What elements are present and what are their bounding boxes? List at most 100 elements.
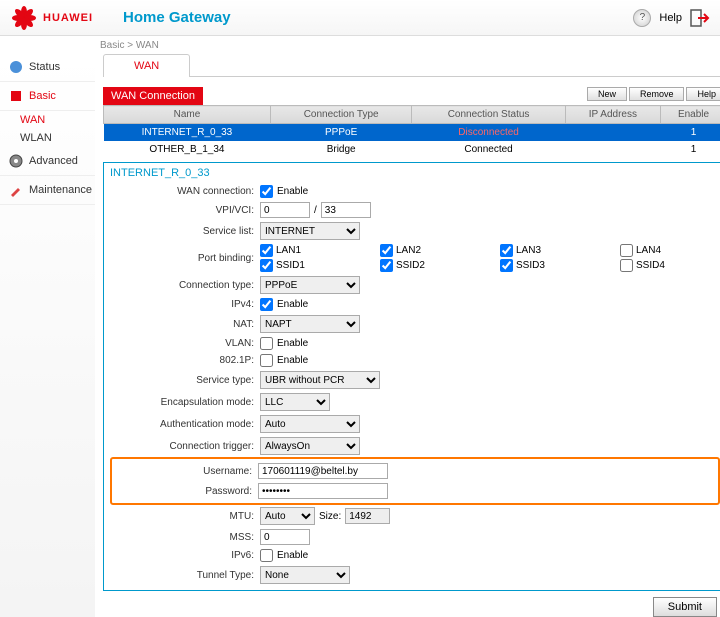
- table-row[interactable]: OTHER_B_1_34 Bridge Connected 1: [104, 141, 720, 158]
- sidebar-item-status[interactable]: Status: [0, 53, 95, 82]
- panel-title: INTERNET_R_0_33: [110, 167, 720, 183]
- cell: [565, 141, 660, 158]
- advanced-icon: [8, 153, 24, 169]
- cb-ssid3[interactable]: [500, 259, 513, 272]
- ssid2-label: SSID2: [396, 260, 425, 271]
- enable-text: Enable: [277, 299, 308, 310]
- lbl-encap: Encapsulation mode:: [110, 397, 260, 408]
- help-link[interactable]: Help: [659, 12, 682, 24]
- vpi-input[interactable]: [260, 202, 310, 218]
- username-input[interactable]: [258, 463, 388, 479]
- trigger-select[interactable]: AlwaysOn: [260, 437, 360, 455]
- lbl-password: Password:: [114, 486, 258, 497]
- sidebar-sub-wan[interactable]: WAN: [20, 111, 95, 129]
- basic-icon: [8, 88, 24, 104]
- nat-select[interactable]: NAPT: [260, 315, 360, 333]
- maintenance-icon: [8, 182, 24, 198]
- lbl-vlan: VLAN:: [110, 338, 260, 349]
- section-header: WAN Connection: [103, 87, 203, 105]
- sidebar-item-advanced[interactable]: Advanced: [0, 147, 95, 176]
- th-status: Connection Status: [412, 106, 565, 124]
- encap-select[interactable]: LLC: [260, 393, 330, 411]
- lbl-conntype: Connection type:: [110, 280, 260, 291]
- ipv4-checkbox[interactable]: [260, 298, 273, 311]
- sidebar-label: Basic: [29, 90, 56, 102]
- enable-text: Enable: [277, 186, 308, 197]
- conntype-select[interactable]: PPPoE: [260, 276, 360, 294]
- tab-wan[interactable]: WAN: [103, 54, 190, 77]
- lbl-nat: NAT:: [110, 319, 260, 330]
- sidebar: Status Basic WAN WLAN Advanced Maintenan…: [0, 53, 95, 617]
- sidebar-label: Maintenance: [29, 184, 92, 196]
- credentials-highlight: Username: Password:: [110, 457, 720, 505]
- tab-bar: WAN: [103, 53, 720, 77]
- cb-lan2[interactable]: [380, 244, 393, 257]
- password-input[interactable]: [258, 483, 388, 499]
- sidebar-item-maintenance[interactable]: Maintenance: [0, 176, 95, 205]
- cell: 1: [661, 141, 720, 158]
- cb-lan3[interactable]: [500, 244, 513, 257]
- lbl-mss: MSS:: [110, 532, 260, 543]
- table-row[interactable]: INTERNET_R_0_33 PPPoE Disconnected 1: [104, 124, 720, 142]
- sidebar-sub-wlan[interactable]: WLAN: [20, 129, 95, 147]
- auth-select[interactable]: Auto: [260, 415, 360, 433]
- lbl-wanconn: WAN connection:: [110, 186, 260, 197]
- breadcrumb: Basic > WAN: [0, 36, 720, 53]
- lbl-portbinding: Port binding:: [110, 253, 260, 264]
- ssid4-label: SSID4: [636, 260, 665, 271]
- cb-ssid2[interactable]: [380, 259, 393, 272]
- tunnel-select[interactable]: None: [260, 566, 350, 584]
- cell: Bridge: [270, 141, 411, 158]
- vci-input[interactable]: [321, 202, 371, 218]
- lbl-username: Username:: [114, 466, 258, 477]
- logo: HUAWEI: [10, 6, 93, 30]
- cell: PPPoE: [270, 124, 411, 142]
- help-button[interactable]: Help: [686, 87, 720, 101]
- logout-icon[interactable]: [690, 9, 710, 27]
- help-icon[interactable]: ?: [633, 9, 651, 27]
- wanconn-checkbox[interactable]: [260, 185, 273, 198]
- ipv6-checkbox[interactable]: [260, 549, 273, 562]
- mss-input[interactable]: [260, 529, 310, 545]
- mtu-select[interactable]: Auto: [260, 507, 315, 525]
- lbl-servicelist: Service list:: [110, 226, 260, 237]
- lbl-ipv4: IPv4:: [110, 299, 260, 310]
- lbl-tunnel: Tunnel Type:: [110, 570, 260, 581]
- enable-text: Enable: [277, 355, 308, 366]
- lbl-8021p: 802.1P:: [110, 355, 260, 366]
- cell: INTERNET_R_0_33: [104, 124, 271, 142]
- vlan-checkbox[interactable]: [260, 337, 273, 350]
- connection-table: Name Connection Type Connection Status I…: [103, 105, 720, 158]
- cb-lan4[interactable]: [620, 244, 633, 257]
- 8021p-checkbox[interactable]: [260, 354, 273, 367]
- servicetype-select[interactable]: UBR without PCR: [260, 371, 380, 389]
- lbl-vpivci: VPI/VCI:: [110, 205, 260, 216]
- cell: [565, 124, 660, 142]
- sidebar-label: Advanced: [29, 155, 78, 167]
- cell: Connected: [412, 141, 565, 158]
- sidebar-item-basic[interactable]: Basic: [0, 82, 95, 111]
- cb-ssid1[interactable]: [260, 259, 273, 272]
- th-enable: Enable: [661, 106, 720, 124]
- ssid1-label: SSID1: [276, 260, 305, 271]
- huawei-logo-icon: [10, 6, 38, 30]
- sidebar-label: Status: [29, 61, 60, 73]
- mtu-size-input[interactable]: [345, 508, 390, 524]
- servicelist-select[interactable]: INTERNET: [260, 222, 360, 240]
- new-button[interactable]: New: [587, 87, 627, 101]
- lan3-label: LAN3: [516, 245, 541, 256]
- enable-text: Enable: [277, 338, 308, 349]
- size-label: Size:: [319, 511, 341, 522]
- lan4-label: LAN4: [636, 245, 661, 256]
- th-name: Name: [104, 106, 271, 124]
- cb-ssid4[interactable]: [620, 259, 633, 272]
- cell: OTHER_B_1_34: [104, 141, 271, 158]
- cb-lan1[interactable]: [260, 244, 273, 257]
- remove-button[interactable]: Remove: [629, 87, 685, 101]
- enable-text: Enable: [277, 550, 308, 561]
- th-ip: IP Address: [565, 106, 660, 124]
- lbl-trigger: Connection trigger:: [110, 441, 260, 452]
- ssid3-label: SSID3: [516, 260, 545, 271]
- submit-button[interactable]: Submit: [653, 597, 717, 617]
- brand-text: HUAWEI: [43, 12, 93, 24]
